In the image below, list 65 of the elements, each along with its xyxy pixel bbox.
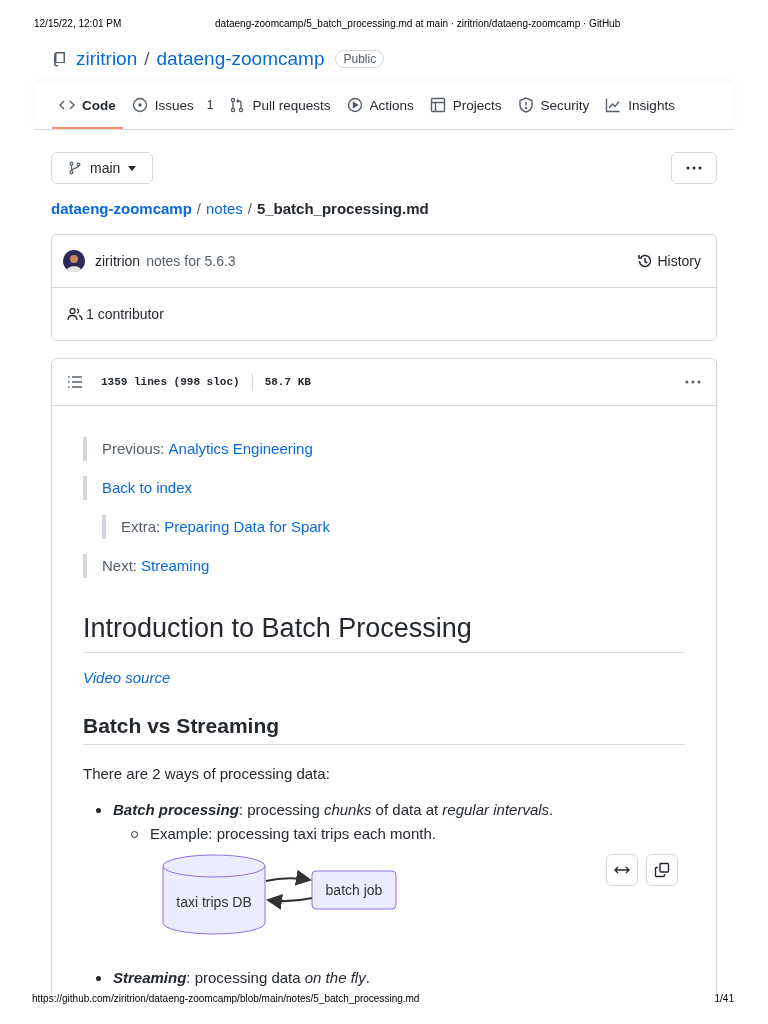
avatar-icon [63, 250, 85, 272]
paragraph: There are 2 ways of processing data: [83, 765, 331, 782]
copy-button[interactable] [646, 854, 678, 886]
branch-icon [68, 161, 82, 175]
file-size: 58.7 KB [264, 376, 311, 388]
video-link[interactable]: Video source [83, 669, 171, 686]
play-icon [346, 97, 363, 113]
quote-link[interactable]: Back to index [102, 475, 193, 500]
page-number: 1/41 [714, 993, 734, 1004]
repo-name-link[interactable]: dataeng-zoomcamp [156, 48, 325, 70]
print-title: dataeng-zoomcamp/5_batch_processing.md at main · ziritrion/dataeng-zoomcamp · GitHub [215, 18, 621, 29]
list-item: Streaming: processing data on the fly. [113, 968, 370, 988]
path-separator: / [144, 48, 150, 70]
bullet-icon [96, 975, 101, 981]
people-icon [67, 306, 83, 322]
quote-link[interactable]: Streaming [141, 553, 210, 578]
list-item: Batch processing: processing chunks of data at regular intervals. [113, 800, 554, 820]
file-name: 5_batch_processing.md [256, 200, 429, 217]
quote-label: Extra: [121, 516, 161, 537]
history-link[interactable]: History [637, 253, 701, 269]
repo-tab[interactable]: Pull requests [222, 83, 338, 129]
expand-button[interactable] [606, 854, 638, 886]
copy-icon [654, 862, 670, 878]
more-icon[interactable] [685, 380, 701, 384]
path-separator: / [247, 200, 252, 217]
outline-icon[interactable] [67, 375, 83, 389]
contributors-count: 1 contributor [86, 306, 164, 322]
caret-icon [128, 165, 137, 171]
issue-icon [131, 97, 148, 113]
graph-icon [605, 97, 622, 113]
arrow [266, 893, 313, 910]
expand-icon [614, 865, 630, 875]
more-icon [686, 166, 702, 170]
pull-request-icon [229, 97, 246, 113]
line-count: 1359 lines (998 sloc) [101, 376, 240, 388]
quote-label: Previous: [102, 438, 165, 459]
quote-label: Next: [102, 555, 137, 576]
subheading: Batch vs Streaming [83, 714, 685, 745]
bullet-icon [96, 807, 101, 813]
commit-message[interactable]: notes for 5.6.3 [146, 253, 236, 269]
heading: Introduction to Batch Processing [83, 613, 685, 653]
breadcrumb-link[interactable]: dataeng-zoomcamp [51, 200, 192, 217]
repo-tab[interactable]: Issues 1 [124, 83, 221, 129]
page-url: https://github.com/ziritrion/dataeng-zoomcamp/blob/main/notes/5_batch_processing.md [32, 993, 420, 1004]
repo-tab[interactable]: Actions [339, 83, 421, 129]
repo-icon [52, 51, 68, 67]
table-icon [429, 97, 446, 113]
repo-owner-link[interactable]: ziritrion [76, 48, 138, 70]
path-separator: / [196, 200, 202, 217]
arrow [265, 869, 312, 886]
print-date: 12/15/22, 12:01 PM [34, 18, 122, 29]
branch-button[interactable]: main [51, 152, 154, 184]
quote-link[interactable]: Preparing Data for Spark [164, 514, 331, 539]
repo-tab[interactable]: Code [52, 83, 123, 129]
quote-link[interactable]: Analytics Engineering [168, 436, 313, 461]
process-node: batch job [311, 870, 397, 910]
repo-tab[interactable]: Projects [422, 83, 509, 129]
repo-tab[interactable]: Insights [598, 83, 682, 129]
list-item: Example: processing taxi trips each month. [150, 824, 436, 844]
commit-author[interactable]: ziritrion [95, 253, 141, 269]
database-node: taxi trips DB [162, 854, 266, 935]
history-icon [637, 253, 654, 269]
shield-icon [517, 97, 534, 113]
repo-tab[interactable]: Security [510, 83, 597, 129]
breadcrumb-link[interactable]: notes [206, 200, 243, 217]
